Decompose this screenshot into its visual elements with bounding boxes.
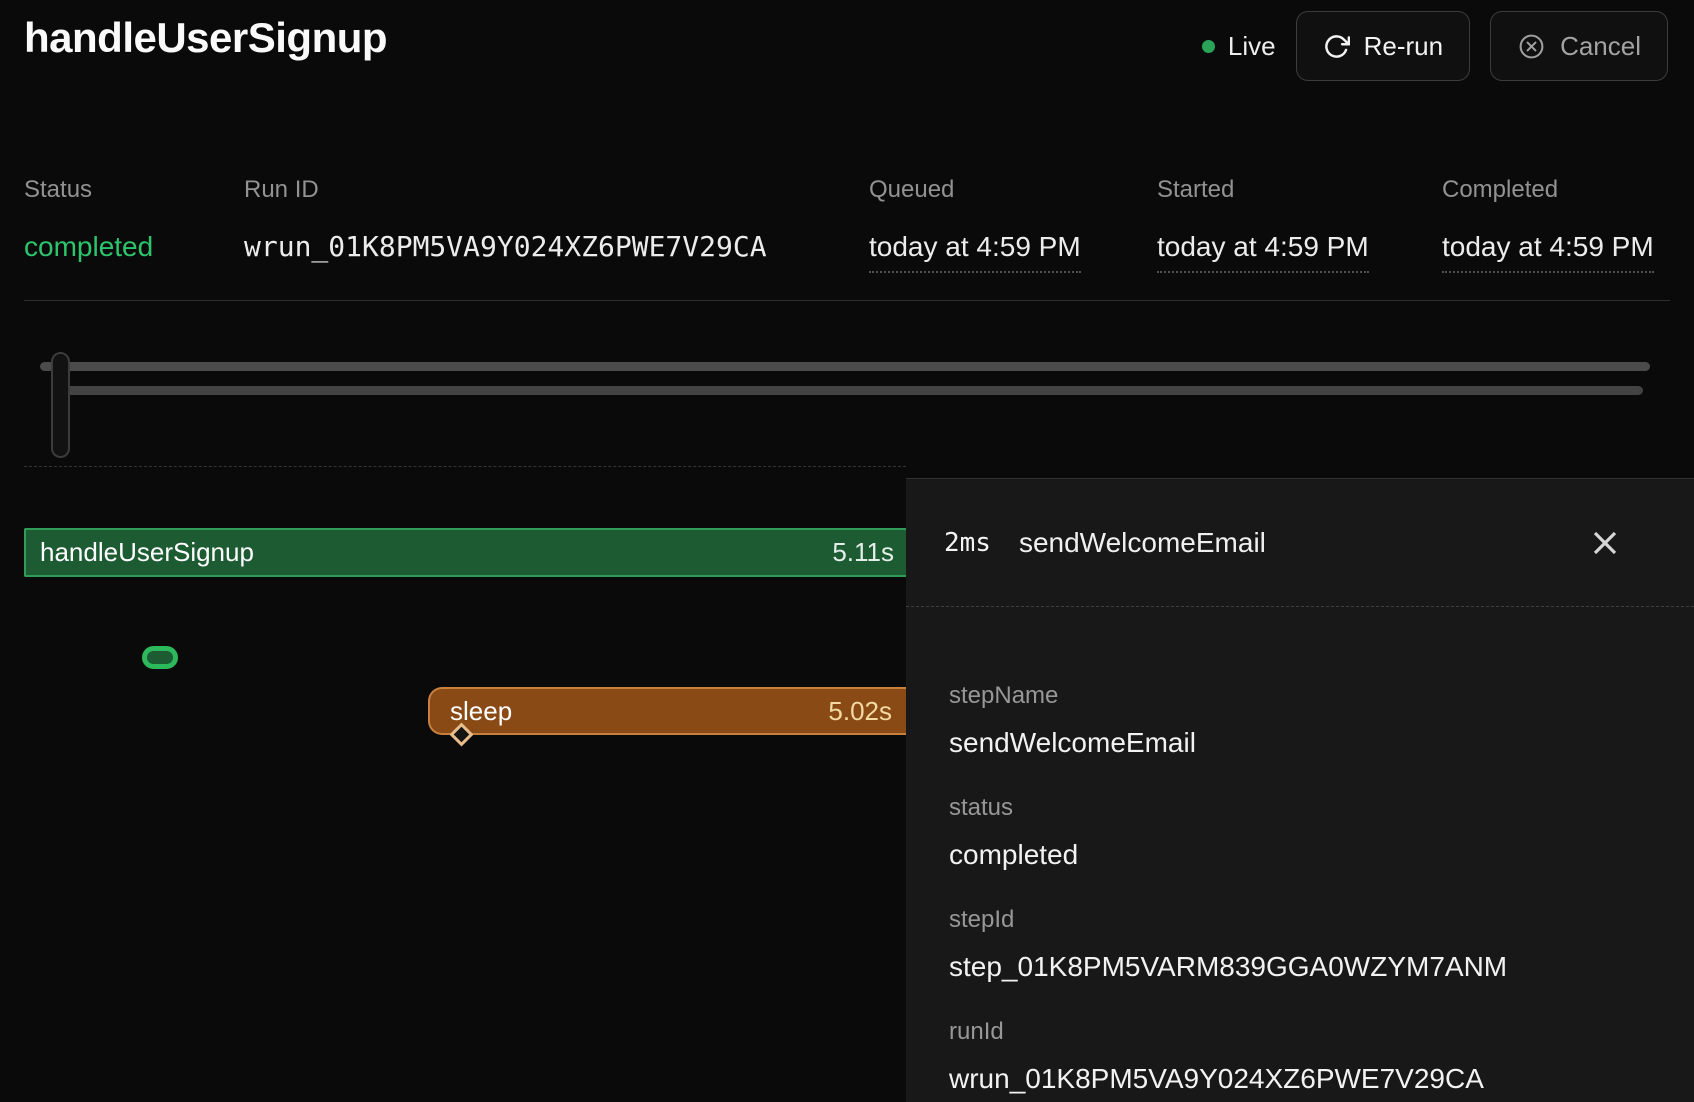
field-stepname: stepName sendWelcomeEmail (949, 681, 1196, 760)
root-span-label: handleUserSignup (40, 537, 254, 568)
run-status-value: completed (24, 230, 153, 264)
rerun-button[interactable]: Re-run (1296, 11, 1470, 81)
meta-completed-label: Completed (1442, 176, 1654, 204)
field-status-label: status (949, 793, 1078, 823)
span-handleusersignup[interactable]: handleUserSignup 5.11s (24, 528, 906, 577)
meta-run-id: Run ID wrun_01K8PM5VA9Y024XZ6PWE7V29CA (244, 176, 767, 264)
sleep-span-label: sleep (450, 696, 512, 727)
rerun-label: Re-run (1364, 31, 1443, 62)
cancel-button[interactable]: Cancel (1490, 11, 1668, 81)
workflow-run-page: handleUserSignup Live Re-run (0, 0, 1694, 1102)
sleep-span-duration: 5.02s (828, 696, 892, 727)
field-stepname-label: stepName (949, 681, 1196, 711)
meta-started: Started today at 4:59 PM (1157, 176, 1369, 273)
trace-gridline (24, 466, 906, 467)
step-duration-badge: 2ms (944, 528, 991, 558)
started-time-value: today at 4:59 PM (1157, 230, 1369, 273)
close-icon (1590, 528, 1620, 558)
field-runid-label: runId (949, 1017, 1484, 1047)
header-controls: Live Re-run Cancel (1202, 11, 1668, 81)
live-label: Live (1228, 31, 1276, 62)
scrubber-track-top[interactable] (40, 362, 1650, 371)
field-status-value: completed (949, 838, 1078, 872)
cancel-circle-icon (1517, 32, 1546, 61)
meta-queued-label: Queued (869, 176, 1081, 204)
step-pill-sendwelcomeemail[interactable] (142, 646, 178, 669)
field-status: status completed (949, 793, 1078, 872)
field-stepid: stepId step_01K8PM5VARM839GGA0WZYM7ANM (949, 905, 1507, 984)
refresh-icon (1323, 33, 1350, 60)
field-runid: runId wrun_01K8PM5VA9Y024XZ6PWE7V29CA (949, 1017, 1484, 1096)
live-dot-icon (1202, 40, 1215, 53)
run-id-value: wrun_01K8PM5VA9Y024XZ6PWE7V29CA (244, 230, 767, 264)
meta-status-label: Status (24, 176, 153, 204)
header-divider (24, 300, 1670, 301)
meta-completed: Completed today at 4:59 PM (1442, 176, 1654, 273)
live-indicator: Live (1202, 31, 1276, 62)
field-stepid-label: stepId (949, 905, 1507, 935)
meta-run-id-label: Run ID (244, 176, 767, 204)
span-sleep[interactable]: sleep 5.02s (428, 687, 906, 735)
meta-queued: Queued today at 4:59 PM (869, 176, 1081, 273)
queued-time-value: today at 4:59 PM (869, 230, 1081, 273)
close-panel-button[interactable] (1590, 528, 1620, 558)
field-stepname-value: sendWelcomeEmail (949, 726, 1196, 760)
scrubber-handle[interactable] (51, 352, 70, 458)
field-stepid-value: step_01K8PM5VARM839GGA0WZYM7ANM (949, 950, 1507, 984)
completed-time-value: today at 4:59 PM (1442, 230, 1654, 273)
step-detail-title: sendWelcomeEmail (1019, 527, 1266, 559)
meta-status: Status completed (24, 176, 153, 264)
root-span-duration: 5.11s (832, 537, 894, 568)
cancel-label: Cancel (1560, 31, 1641, 62)
field-runid-value: wrun_01K8PM5VA9Y024XZ6PWE7V29CA (949, 1062, 1484, 1096)
step-detail-header: 2ms sendWelcomeEmail (906, 479, 1694, 607)
meta-started-label: Started (1157, 176, 1369, 204)
page-title: handleUserSignup (24, 14, 387, 62)
scrubber-track-bottom[interactable] (57, 386, 1643, 395)
step-detail-panel: 2ms sendWelcomeEmail stepName sendWelcom… (906, 478, 1694, 1102)
